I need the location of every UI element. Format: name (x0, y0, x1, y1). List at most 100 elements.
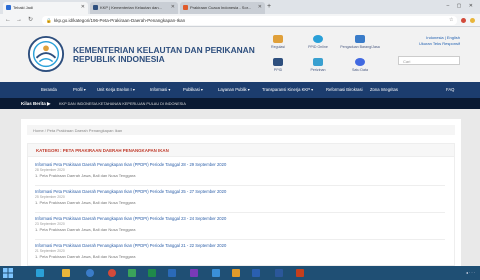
regulation-icon (273, 35, 283, 43)
article-date: 28 September 2020 (35, 168, 65, 172)
language-switcher[interactable]: Indonesia | English Ukuran Teks Responsi… (395, 35, 460, 47)
article-title-link[interactable]: Informasi Peta Prakiraan Daerah Penangka… (35, 162, 226, 167)
breadcrumb[interactable]: Home / Peta Prakiraan Daerah Penangkapan… (27, 125, 455, 135)
browser-tab-3[interactable]: Prakiraan Cuaca Indonesia - Sor... ✕ (180, 2, 265, 14)
article-summary: 1. Peta Prakiraan Daerah Jawa, Bali dan … (35, 200, 136, 205)
bookmark-star-icon[interactable]: ☆ (449, 17, 453, 23)
chrome-icon[interactable] (108, 269, 116, 277)
data-icon (355, 58, 365, 66)
tab-favicon-icon (183, 5, 188, 10)
taskbar-app-icon[interactable] (168, 269, 176, 277)
taskbar-app-icon[interactable] (212, 269, 220, 277)
quick-link-label: Pengaduan Barang/Jasa (340, 45, 380, 49)
back-icon[interactable]: ← (5, 17, 11, 24)
nav-item-publikasi[interactable]: Publikasi ▾ (183, 87, 203, 92)
taskbar-app-icon[interactable] (128, 269, 136, 277)
word-icon[interactable] (275, 269, 283, 277)
article-summary: 1. Peta Prakiraan Daerah Jawa, Bali dan … (35, 254, 136, 259)
category-panel: KATEGORI : PETA PRAKIRAAN DAERAH PENANGK… (27, 143, 455, 266)
quick-link-label: Regulasi (271, 45, 285, 49)
article-date: 25 September 2020 (35, 195, 65, 199)
quick-link-label: PPID (273, 68, 283, 72)
main-content: Home / Peta Prakiraan Daerah Penangkapan… (21, 119, 461, 266)
browser-icon[interactable] (86, 269, 94, 277)
article-item: Informasi Peta Prakiraan Daerah Penangka… (35, 216, 445, 240)
browser-tab-bar: Tebaki Jadi ✕ KKP | Kementerian Kelautan… (0, 0, 480, 14)
article-date: 21 September 2020 (35, 249, 65, 253)
quick-link-satu-data[interactable]: Satu Data (340, 58, 380, 72)
nav-item-zona-integritas[interactable]: Zona Integritas (370, 87, 398, 92)
start-menu-icon[interactable] (3, 268, 13, 278)
quick-link-label: Perizinan (310, 68, 326, 72)
url-text: kkp.go.id/kategori/196-Peta-Prakiraan-Da… (54, 18, 186, 23)
nav-item-unit-kerja[interactable]: Unit Kerja Eselon I ▾ (97, 87, 135, 92)
extension-icon[interactable] (461, 18, 466, 23)
quick-link-label: Satu Data (352, 68, 368, 72)
taskbar-app-icon[interactable] (232, 269, 240, 277)
main-navigation: Beranda Profil ▾ Unit Kerja Eselon I ▾ I… (0, 82, 480, 98)
category-heading: KATEGORI : PETA PRAKIRAAN DAERAH PENANGK… (28, 144, 454, 157)
license-icon (313, 58, 323, 66)
browser-toolbar: ← → ↻ 🔒 kkp.go.id/kategori/196-Peta-Prak… (0, 14, 480, 27)
quick-link-ppid-online[interactable]: PPID Online (298, 35, 338, 49)
taskbar-app-icon[interactable] (148, 269, 156, 277)
system-tray[interactable]: ◂ ⋅ ⋅ ⋅ (466, 270, 475, 275)
article-item: Informasi Peta Prakiraan Daerah Penangka… (35, 162, 445, 186)
quick-link-perizinan[interactable]: Perizinan (298, 58, 338, 72)
nav-item-transparansi[interactable]: Transparansi Kinerja KKP ▾ (262, 87, 313, 92)
profile-icon[interactable] (470, 18, 475, 23)
complaint-icon (355, 35, 365, 43)
nav-item-faq[interactable]: FAQ (446, 87, 454, 92)
ticker-label: Kilas Berita ▶ (21, 101, 51, 106)
quick-link-regulasi[interactable]: Regulasi (258, 35, 298, 49)
close-icon[interactable]: ✕ (81, 4, 85, 10)
site-search-input[interactable]: Cari (398, 56, 460, 65)
quick-link-ppid[interactable]: PPID (258, 58, 298, 72)
article-title-link[interactable]: Informasi Peta Prakiraan Daerah Penangka… (35, 189, 226, 194)
tab-label: Tebaki Jadi (13, 5, 34, 10)
os-taskbar: ◂ ⋅ ⋅ ⋅ (0, 266, 480, 280)
nav-item-reformasi[interactable]: Reformasi Birokrasi (326, 87, 363, 92)
new-tab-icon[interactable]: + (267, 3, 271, 11)
quick-link-pengaduan[interactable]: Pengaduan Barang/Jasa (340, 35, 380, 49)
nav-item-beranda[interactable]: Beranda (41, 87, 57, 92)
nav-item-profil[interactable]: Profil ▾ (73, 87, 86, 92)
ppid-online-icon (313, 35, 323, 43)
article-date: 23 September 2020 (35, 222, 65, 226)
article-item: Informasi Peta Prakiraan Daerah Penangka… (35, 189, 445, 213)
org-name-line2: REPUBLIK INDONESIA (73, 54, 165, 64)
nav-item-informasi[interactable]: Informasi ▾ (150, 87, 171, 92)
ppid-icon (273, 58, 283, 66)
article-title-link[interactable]: Informasi Peta Prakiraan Daerah Penangka… (35, 216, 226, 221)
article-summary: 1. Peta Prakiraan Daerah Jawa, Bali dan … (35, 227, 136, 232)
taskbar-app-icon[interactable] (296, 269, 304, 277)
address-bar[interactable]: 🔒 kkp.go.id/kategori/196-Peta-Prakiraan-… (42, 16, 457, 25)
article-title-link[interactable]: Informasi Peta Prakiraan Daerah Penangka… (35, 243, 226, 248)
tab-label: KKP | Kementerian Kelautan dan... (100, 5, 162, 10)
article-item: Informasi Peta Prakiraan Daerah Penangka… (35, 243, 445, 267)
tab-favicon-icon (93, 5, 98, 10)
tab-label: Prakiraan Cuaca Indonesia - Sor... (190, 5, 252, 10)
browser-tab-2[interactable]: KKP | Kementerian Kelautan dan... ✕ (90, 2, 178, 14)
article-summary: 1. Peta Prakiraan Daerah Jawa, Bali dan … (35, 173, 136, 178)
text-size-option[interactable]: Ukuran Teks Responsif (395, 41, 460, 47)
taskbar-app-icon[interactable] (252, 269, 260, 277)
quick-link-label: PPID Online (308, 45, 328, 49)
tab-favicon-icon (6, 5, 11, 10)
site-header: KEMENTERIAN KELAUTAN DAN PERIKANAN REPUB… (0, 27, 480, 82)
reload-icon[interactable]: ↻ (28, 17, 33, 24)
folder-icon[interactable] (62, 269, 70, 277)
kkp-logo-icon[interactable] (27, 35, 65, 73)
taskbar-app-icon[interactable] (36, 269, 44, 277)
window-controls[interactable]: – ▢ ✕ (447, 3, 476, 9)
browser-tab-1[interactable]: Tebaki Jadi ✕ (3, 2, 88, 14)
news-ticker: Kilas Berita ▶ KKP DAN INDONESIA KETAHAN… (0, 98, 480, 109)
nav-item-layanan-publik[interactable]: Layanan Publik ▾ (218, 87, 250, 92)
forward-icon[interactable]: → (16, 17, 22, 24)
organization-title: KEMENTERIAN KELAUTAN DAN PERIKANAN REPUB… (73, 46, 273, 64)
close-icon[interactable]: ✕ (258, 4, 262, 10)
lock-icon: 🔒 (46, 18, 52, 23)
taskbar-app-icon[interactable] (190, 269, 198, 277)
close-icon[interactable]: ✕ (171, 4, 175, 10)
ticker-text[interactable]: KKP DAN INDONESIA KETAHANAN KEPERLUAN PU… (59, 102, 186, 106)
